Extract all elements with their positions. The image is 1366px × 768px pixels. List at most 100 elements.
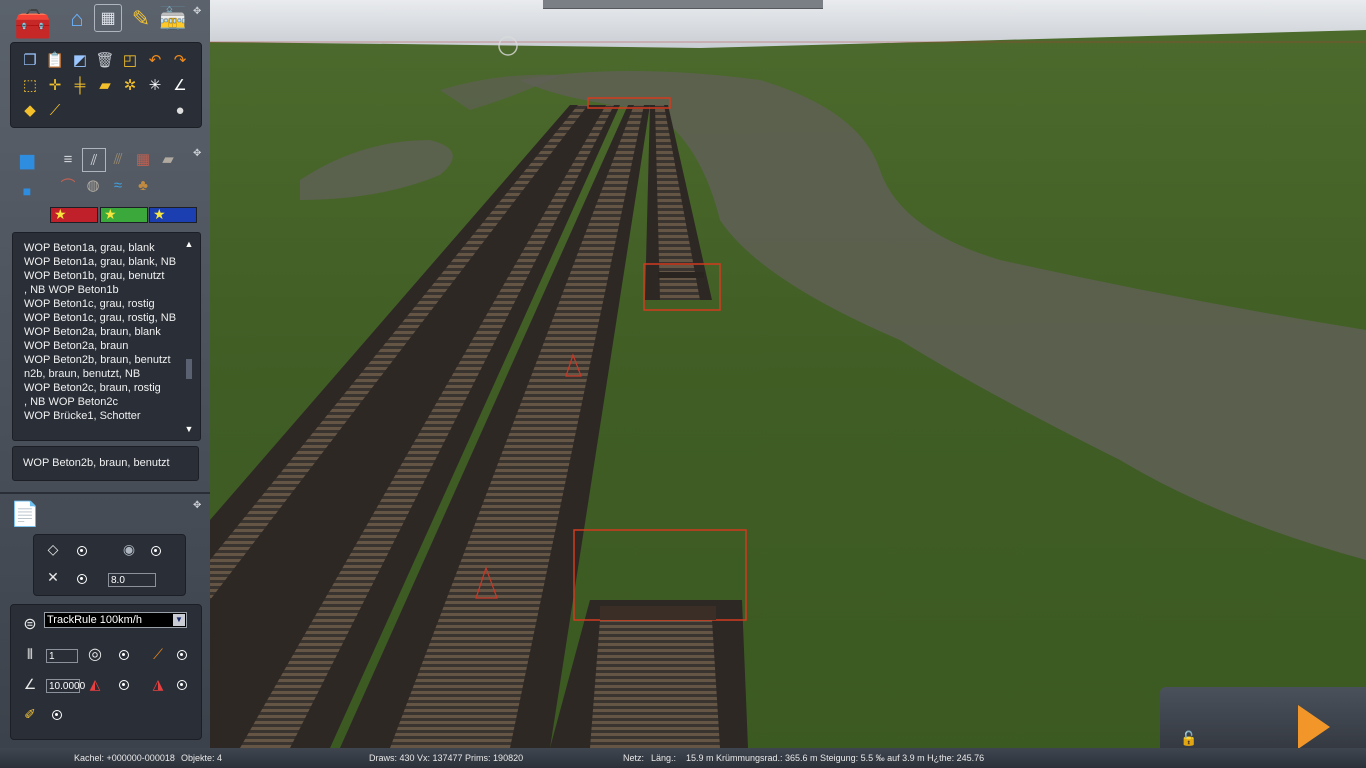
track-rule-value: TrackRule 100km/h	[47, 614, 142, 626]
filter-red[interactable]: ★	[50, 206, 98, 223]
status-bar: Kachel: +000000-000018 Objekte: 4 Draws:…	[0, 748, 1366, 768]
status-kachel: Kachel: +000000-000018	[74, 753, 175, 763]
redo-icon[interactable]: ↷	[169, 49, 191, 71]
parallel-track-icon: ⦀	[26, 645, 34, 662]
list-scrollbar[interactable]: ▲ ▼	[184, 239, 194, 434]
train-icon[interactable]: 🚋	[158, 4, 188, 34]
spiral-radio[interactable]	[119, 650, 129, 660]
angle-icon[interactable]: ∠	[169, 74, 191, 96]
junction-icon[interactable]: ✲	[119, 74, 141, 96]
height-icon: ✕	[47, 568, 59, 585]
track-list-icon[interactable]: ≡	[57, 148, 79, 170]
list-item[interactable]: WOP Beton1c, grau, rostig, NB	[13, 311, 180, 325]
marker-icon[interactable]: ◆	[19, 99, 41, 121]
track-rail-icon[interactable]: ⫻	[107, 148, 129, 170]
height-input[interactable]: 8.0	[108, 573, 156, 587]
top-handle-bar[interactable]	[543, 0, 823, 9]
track-icon[interactable]: ▦	[94, 4, 122, 32]
junction-icon: ◮	[152, 675, 164, 692]
scroll-thumb[interactable]	[186, 359, 192, 379]
star-icon: ★	[54, 206, 67, 222]
paint-icon[interactable]: ✎	[126, 4, 156, 34]
selected-asset: WOP Beton2b, braun, benutzt	[12, 446, 199, 481]
chevron-down-icon[interactable]: ▼	[173, 614, 185, 626]
toolbox-icon[interactable]: 🧰	[12, 4, 54, 44]
asset-cube-icon[interactable]: ■	[10, 145, 44, 179]
split-icon[interactable]: ╪	[69, 74, 91, 96]
asset-list-items: WOP Beton1a, grau, blank WOP Beton1a, gr…	[13, 233, 200, 423]
bridge-icon[interactable]: ⌒	[57, 174, 79, 196]
scroll-up-icon[interactable]: ▲	[184, 239, 194, 249]
list-item[interactable]: WOP Beton1a, grau, blank, NB	[13, 255, 180, 269]
play-button[interactable]	[1264, 697, 1364, 748]
bag-icon[interactable]: ♣	[132, 174, 154, 196]
list-item[interactable]: WOP Beton1a, grau, blank	[13, 241, 180, 255]
junction-radio[interactable]	[177, 680, 187, 690]
lock-icon[interactable]: 🔓	[1174, 730, 1204, 750]
list-item[interactable]: WOP Beton1b, grau, benutzt	[13, 269, 180, 283]
star-icon: ★	[153, 206, 166, 222]
status-laenge: Läng.:	[651, 753, 677, 763]
select-rect-icon[interactable]: ⬚	[19, 74, 41, 96]
eraser-icon[interactable]: ◩	[69, 49, 91, 71]
list-item[interactable]: , NB WOP Beton2c	[13, 395, 180, 409]
list-item[interactable]: WOP Beton2a, braun	[13, 339, 180, 353]
properties-icon[interactable]: 📄	[8, 497, 42, 531]
paint-bucket-icon[interactable]: ◰	[119, 49, 141, 71]
angle-icon: ∠	[23, 675, 37, 692]
track-count-input[interactable]: 1	[46, 649, 78, 663]
list-item[interactable]: n2b, braun, benutzt, NB	[13, 367, 180, 381]
editor-sidebar: 🧰 ⌂ ▦ ✎ 🚋 ✥ ❐ 📋 ◩ 🗑 ◰ ↶ ↷ ⬚ ✛ ╪ ▰ ✲ ✳ ∠ …	[0, 0, 210, 748]
water-icon[interactable]: ≈	[107, 174, 129, 196]
list-item[interactable]: WOP Beton1c, grau, rostig	[13, 297, 180, 311]
signal-icon: ◭	[89, 675, 101, 692]
grid-icon: ◉	[122, 540, 136, 557]
height-radio[interactable]	[77, 574, 87, 584]
lay-track-icon[interactable]: ▰	[94, 74, 116, 96]
list-item[interactable]: WOP Beton2b, braun, benutzt	[13, 353, 180, 367]
slope-icon: ⟋	[153, 645, 163, 662]
status-details: 15.9 m Krümmungsrad.: 365.6 m Steigung: …	[686, 753, 985, 763]
track-rule-select[interactable]: TrackRule 100km/h ▼	[44, 612, 187, 628]
bomb-icon[interactable]: ●	[169, 99, 191, 121]
edit-tools-panel: ❐ 📋 ◩ 🗑 ◰ ↶ ↷ ⬚ ✛ ╪ ▰ ✲ ✳ ∠ ◆ ⟋ ●	[10, 42, 202, 128]
filter-blue[interactable]: ★	[149, 206, 197, 223]
status-objekte: Objekte: 4	[181, 753, 223, 763]
angle-input[interactable]: 10.0000	[46, 679, 85, 693]
paste-icon[interactable]: 📋	[44, 49, 66, 71]
home-icon[interactable]: ⌂	[62, 4, 92, 34]
status-draws: Draws: 430 Vx: 137477 Prims: 190820	[369, 753, 524, 763]
move-icon[interactable]: ✛	[44, 74, 66, 96]
copy-icon[interactable]: ❐	[19, 49, 41, 71]
pen-icon: ✐	[24, 705, 36, 722]
flatten-radio[interactable]	[77, 546, 87, 556]
list-item[interactable]: WOP Beton2a, braun, blank	[13, 325, 180, 339]
small-cube-icon[interactable]: ■	[16, 180, 38, 202]
filter-green[interactable]: ★	[100, 206, 148, 223]
status-netz: Netz:	[623, 753, 645, 763]
ruler-icon[interactable]: ⟋	[44, 99, 66, 121]
pin-icon[interactable]: ✥	[193, 148, 203, 159]
scroll-down-icon[interactable]: ▼	[184, 424, 194, 434]
trash-icon[interactable]: 🗑	[94, 49, 116, 71]
star-icon: ★	[104, 206, 117, 222]
list-item[interactable]: WOP Beton2c, braun, rostig	[13, 381, 180, 395]
pivot-icon[interactable]: ✳	[144, 74, 166, 96]
pen-radio[interactable]	[52, 710, 62, 720]
tunnel-icon[interactable]: ◍	[82, 174, 104, 196]
divider	[0, 492, 210, 494]
pin-icon[interactable]: ✥	[193, 500, 203, 511]
flatten-icon: ◇	[47, 540, 59, 557]
track-straight-icon[interactable]: ⫽	[82, 148, 106, 172]
grid-radio[interactable]	[151, 546, 161, 556]
list-item[interactable]: WOP Brücke1, Schotter	[13, 409, 180, 423]
slope-radio[interactable]	[177, 650, 187, 660]
list-item[interactable]: , NB WOP Beton1b	[13, 283, 180, 297]
block-icon[interactable]: ▰	[157, 148, 179, 170]
asset-list[interactable]: WOP Beton1a, grau, blank WOP Beton1a, gr…	[12, 232, 201, 441]
undo-icon[interactable]: ↶	[144, 49, 166, 71]
signal-radio[interactable]	[119, 680, 129, 690]
brick-icon[interactable]: ▦	[132, 148, 154, 170]
terrain-options-panel: ◇ ◉ ✕ 8.0	[33, 534, 186, 596]
pin-icon[interactable]: ✥	[193, 6, 203, 17]
